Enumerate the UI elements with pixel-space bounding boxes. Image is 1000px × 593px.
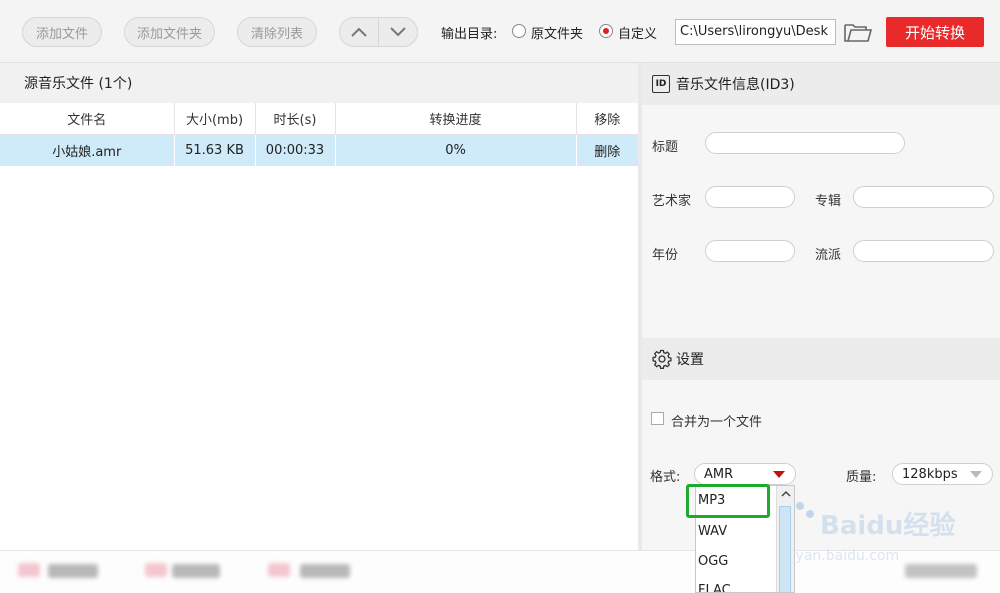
year-field[interactable] [705, 240, 795, 262]
id-icon: ID [652, 75, 670, 93]
start-convert-button[interactable]: 开始转换 [886, 17, 984, 47]
file-progress-cell: 0% [335, 134, 577, 166]
quality-value: 128kbps [902, 466, 958, 482]
output-path-field[interactable]: C:\Users\lirongyu\Desk [675, 19, 836, 45]
output-dir-label: 输出目录: [441, 27, 498, 42]
move-buttons [339, 17, 418, 47]
format-label: 格式: [650, 470, 681, 485]
column-header-name: 文件名 [0, 103, 175, 135]
dropdown-scrollbar[interactable] [776, 486, 794, 592]
scroll-up-icon[interactable] [781, 490, 791, 498]
quality-select[interactable]: 128kbps [892, 463, 993, 485]
add-file-button[interactable]: 添加文件 [22, 17, 102, 47]
custom-label: 自定义 [618, 27, 658, 42]
column-header-remove: 移除 [576, 103, 638, 135]
scroll-thumb[interactable] [779, 506, 791, 592]
blurred-logo [145, 563, 167, 577]
radio-source-folder[interactable] [512, 24, 526, 38]
blurred-logo [268, 563, 290, 577]
file-duration-cell: 00:00:33 [255, 134, 336, 166]
toolbar: 添加文件 添加文件夹 清除列表 输出目录: 原文件夹 自定义 C:\Users\… [0, 0, 1000, 63]
baidu-watermark: Baidu经验 jingyan.baidu.com [770, 502, 955, 564]
side-panel: ID 音乐文件信息(ID3) 标题 艺术家 专辑 年份 流派 设置 合并为一个文… [642, 63, 1000, 550]
format-option-flac[interactable]: FLAC [696, 576, 776, 592]
add-folder-button[interactable]: 添加文件夹 [124, 17, 215, 47]
radio-custom[interactable] [599, 24, 613, 38]
blurred-text [48, 564, 98, 578]
gear-icon [652, 349, 672, 369]
id3-header: ID 音乐文件信息(ID3) [642, 63, 1000, 105]
blurred-text [172, 564, 220, 578]
watermark-text: Baidu经验 [820, 510, 955, 541]
format-option-wav[interactable]: WAV [696, 517, 776, 547]
title-label: 标题 [652, 140, 679, 155]
format-select[interactable]: AMR [694, 463, 796, 485]
blurred-logo [18, 563, 40, 577]
format-option-ogg[interactable]: OGG [696, 547, 776, 577]
genre-field[interactable] [853, 240, 994, 262]
genre-label: 流派 [815, 248, 842, 263]
artist-label: 艺术家 [652, 194, 692, 209]
chevron-up-icon [351, 27, 367, 37]
column-header-duration: 时长(s) [255, 103, 336, 135]
folder-icon[interactable] [843, 20, 873, 44]
merge-checkbox[interactable] [651, 412, 664, 425]
caret-down-icon [773, 471, 785, 478]
settings-header: 设置 [642, 338, 1000, 380]
delete-link[interactable]: 删除 [576, 134, 638, 166]
table-row[interactable]: 小姑娘.amr 51.63 KB 00:00:33 0% 删除 [0, 134, 638, 166]
caret-down-icon [970, 471, 982, 478]
merge-label: 合并为一个文件 [671, 415, 763, 430]
settings-title: 设置 [676, 352, 704, 368]
column-header-progress: 转换进度 [335, 103, 577, 135]
table-header-row: 文件名 大小(mb) 时长(s) 转换进度 移除 [0, 103, 638, 135]
artist-field[interactable] [705, 186, 795, 208]
chevron-down-icon [390, 27, 406, 37]
album-field[interactable] [853, 186, 994, 208]
file-list-title: 源音乐文件 (1个) [0, 63, 638, 103]
blurred-text [300, 564, 350, 578]
column-header-size: 大小(mb) [174, 103, 256, 135]
album-label: 专辑 [815, 194, 842, 209]
annotation-highlight [686, 484, 770, 518]
clear-list-button[interactable]: 清除列表 [237, 17, 317, 47]
move-up-button[interactable] [340, 18, 378, 46]
file-size-cell: 51.63 KB [174, 134, 256, 166]
quality-label: 质量: [846, 470, 877, 485]
file-name-cell: 小姑娘.amr [0, 134, 175, 166]
format-value: AMR [704, 466, 734, 482]
file-table: 文件名 大小(mb) 时长(s) 转换进度 移除 小姑娘.amr 51.63 K… [0, 103, 638, 166]
year-label: 年份 [652, 248, 679, 263]
title-field[interactable] [705, 132, 905, 154]
file-list-panel: 源音乐文件 (1个) 文件名 大小(mb) 时长(s) 转换进度 移除 小姑娘.… [0, 63, 638, 550]
id3-title: 音乐文件信息(ID3) [676, 77, 795, 93]
move-down-button[interactable] [378, 18, 417, 46]
source-folder-label: 原文件夹 [531, 27, 584, 42]
